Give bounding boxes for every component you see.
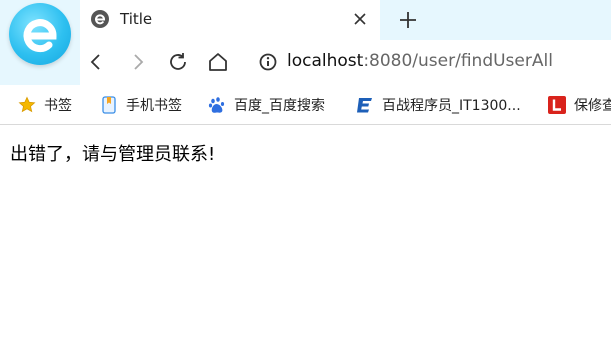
bookmark-label: 保修查 — [574, 98, 611, 114]
bookmark-label: 百度_百度搜索 — [234, 98, 325, 114]
reload-icon[interactable] — [166, 50, 190, 74]
baidu-icon — [208, 97, 225, 113]
bookmark-item-mobile[interactable]: 手机书签 — [100, 93, 182, 117]
bookmark-label: 手机书签 — [126, 98, 182, 114]
address-input[interactable]: localhost:8080/user/findUserAll — [287, 51, 553, 71]
bookmark-item-baizhan[interactable]: 百战程序员_IT1300... — [356, 93, 521, 117]
page-content: 出错了，请与管理员联系! — [0, 126, 611, 343]
red-l-icon — [548, 96, 566, 114]
browser-logo-icon[interactable] — [9, 3, 71, 65]
forward-icon[interactable] — [126, 50, 150, 74]
bookmark-item-warranty[interactable]: 保修查 — [548, 93, 611, 117]
browser-window: Title localhost:8080/user/findUserAll 书签… — [0, 0, 611, 343]
bookmark-item-baidu[interactable]: 百度_百度搜索 — [208, 93, 325, 117]
plus-icon[interactable] — [396, 6, 420, 34]
close-icon[interactable] — [350, 9, 370, 29]
tab-active[interactable]: Title — [80, 0, 380, 40]
address-path: :8080/user/findUserAll — [363, 51, 553, 71]
home-icon[interactable] — [206, 50, 230, 74]
tab-favicon-icon — [91, 10, 109, 28]
back-icon[interactable] — [84, 50, 108, 74]
bookmark-label: 百战程序员_IT1300... — [382, 98, 521, 114]
mobile-bookmark-icon — [102, 96, 116, 114]
baizhan-icon — [357, 98, 372, 113]
tab-title: Title — [120, 10, 153, 28]
site-info-icon[interactable] — [258, 52, 278, 72]
address-host: localhost — [287, 51, 364, 71]
bookmarks-bar: 书签 手机书签 百度_百度搜索 百战程序员_IT1300... 保修 — [0, 85, 611, 125]
browser-logo-area — [0, 0, 80, 75]
error-message: 出错了，请与管理员联系! — [10, 144, 216, 165]
navigation-bar: localhost:8080/user/findUserAll — [80, 40, 611, 85]
star-icon — [18, 96, 36, 113]
bookmark-item-bookmarks[interactable]: 书签 — [18, 93, 72, 117]
bookmark-label: 书签 — [44, 98, 72, 114]
